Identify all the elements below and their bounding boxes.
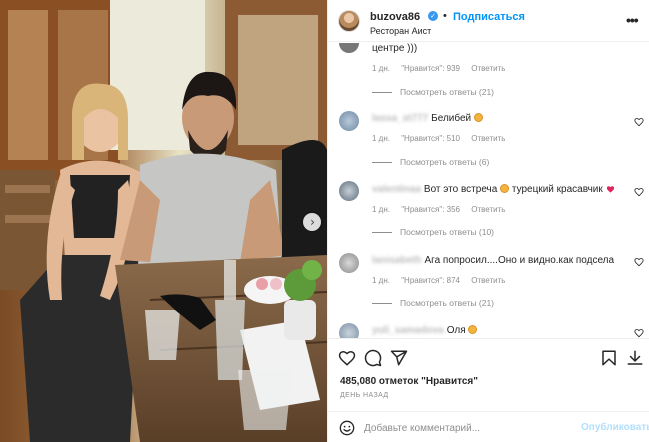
- comment-time: 1 дн.: [372, 205, 390, 214]
- comment-body: valentinaa Вот это встреча турецкий краса…: [372, 184, 615, 195]
- more-icon[interactable]: •••: [626, 12, 639, 28]
- replies-divider: [372, 162, 392, 164]
- view-replies-label: Посмотреть ответы (10): [400, 227, 494, 237]
- comment-icon[interactable]: [364, 349, 382, 367]
- comment-author[interactable]: yuli_samadova: [372, 325, 444, 336]
- comment-text: центре ))): [372, 43, 418, 54]
- reply-button[interactable]: Ответить: [471, 205, 505, 214]
- comments-list[interactable]: центре ))) 1 дн. "Нравится": 939 Ответит…: [328, 43, 649, 338]
- author-avatar[interactable]: [338, 10, 360, 32]
- publish-button[interactable]: Опубликовать: [581, 422, 649, 433]
- replies-divider: [372, 232, 392, 234]
- comment-body: lassa_st777 Белибей: [372, 113, 483, 124]
- bookmark-icon[interactable]: [600, 349, 618, 367]
- follow-button[interactable]: Подписаться: [453, 11, 525, 23]
- comment-heart-icon[interactable]: [634, 187, 644, 197]
- post-actions: [328, 338, 649, 378]
- comment-meta: 1 дн. "Нравится": 356 Ответить: [372, 205, 514, 214]
- smile-icon[interactable]: [339, 420, 355, 436]
- reply-button[interactable]: Ответить: [471, 134, 505, 143]
- comment-text: Оля: [446, 325, 466, 336]
- comment-author[interactable]: lassa_st777: [372, 113, 428, 124]
- comment-heart-icon[interactable]: [634, 117, 644, 127]
- comment-heart-icon[interactable]: [634, 257, 644, 267]
- comment-avatar[interactable]: [339, 323, 359, 338]
- post-time-ago: ДЕНЬ НАЗАД: [340, 392, 389, 399]
- view-replies-button[interactable]: Посмотреть ответы (21): [372, 298, 494, 308]
- comment-time: 1 дн.: [372, 64, 390, 73]
- comment-avatar[interactable]: [339, 181, 359, 201]
- comment-meta: 1 дн. "Нравится": 939 Ответить: [372, 64, 514, 73]
- comment-time: 1 дн.: [372, 134, 390, 143]
- comment-text: Ага попросил....Оно и видно.как подсела: [424, 255, 615, 266]
- comment-heart-icon[interactable]: [634, 328, 644, 338]
- photo-illustration: [0, 0, 327, 442]
- comment-text: Белибей: [431, 113, 472, 124]
- comment-author[interactable]: lanisabeth: [372, 255, 421, 266]
- red-heart-icon: [606, 186, 614, 193]
- comment-text: Вот это встреча: [423, 184, 498, 195]
- post-location[interactable]: Ресторан Аист: [370, 26, 431, 36]
- header-separator: •: [443, 10, 447, 22]
- comment-body: lanisabeth Ага попросил....Оно и видно.ка…: [372, 255, 614, 266]
- comment-time: 1 дн.: [372, 276, 390, 285]
- post-photo[interactable]: ›: [0, 0, 327, 442]
- view-replies-button[interactable]: Посмотреть ответы (6): [372, 157, 489, 167]
- comment-meta: 1 дн. "Нравится": 874 Ответить: [372, 276, 514, 285]
- view-replies-label: Посмотреть ответы (6): [400, 157, 490, 167]
- comment-likes[interactable]: "Нравится": 939: [401, 64, 460, 73]
- carousel-next-button[interactable]: ›: [303, 213, 321, 231]
- grinning-face-icon: [500, 184, 510, 193]
- heart-icon[interactable]: [338, 349, 356, 367]
- comment-avatar[interactable]: [339, 253, 359, 273]
- view-replies-label: Посмотреть ответы (21): [400, 298, 494, 308]
- comment-author[interactable]: valentinaa: [372, 184, 421, 195]
- paper-plane-icon[interactable]: [390, 349, 408, 367]
- comment-text-continued: турецкий красавчик: [511, 184, 603, 195]
- author-username[interactable]: buzova86: [370, 11, 420, 23]
- comment-avatar[interactable]: [339, 43, 359, 53]
- download-icon[interactable]: [626, 349, 644, 367]
- likes-count[interactable]: 485,080 отметок "Нравится": [340, 376, 478, 387]
- comment-avatar[interactable]: [339, 111, 359, 131]
- chevron-right-icon: ›: [310, 215, 315, 229]
- reply-button[interactable]: Ответить: [471, 276, 505, 285]
- replies-divider: [372, 303, 392, 305]
- grinning-face-icon: [468, 325, 478, 334]
- replies-divider: [372, 92, 392, 94]
- post-header: buzova86 ✓ • Подписаться Ресторан Аист •…: [328, 0, 649, 42]
- grinning-face-icon: [473, 113, 483, 122]
- comment-input[interactable]: [364, 420, 574, 436]
- comment-likes[interactable]: "Нравится": 356: [401, 205, 460, 214]
- view-replies-button[interactable]: Посмотреть ответы (10): [372, 227, 494, 237]
- comment-likes[interactable]: "Нравится": 510: [401, 134, 460, 143]
- post-sidebar: buzova86 ✓ • Подписаться Ресторан Аист •…: [327, 0, 649, 442]
- comment-likes[interactable]: "Нравится": 874: [401, 276, 460, 285]
- verified-badge-icon: ✓: [428, 11, 438, 21]
- comment-body: yuli_samadova Оля: [372, 325, 478, 336]
- view-replies-label: Посмотреть ответы (21): [400, 87, 494, 97]
- add-comment-bar: Опубликовать: [328, 411, 649, 442]
- reply-button[interactable]: Ответить: [471, 64, 505, 73]
- view-replies-button[interactable]: Посмотреть ответы (21): [372, 87, 494, 97]
- comment-meta: 1 дн. "Нравится": 510 Ответить: [372, 134, 514, 143]
